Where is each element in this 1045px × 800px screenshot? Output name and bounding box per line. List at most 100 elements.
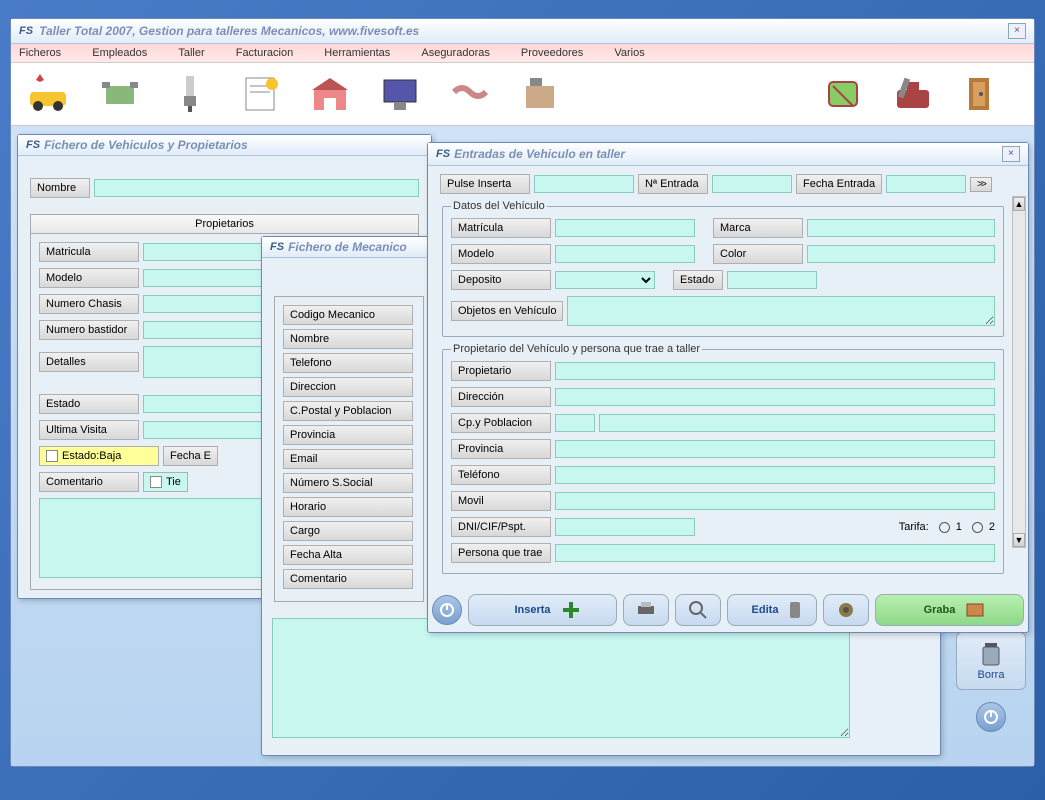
scroll-up-icon[interactable]: ▲: [1013, 197, 1025, 211]
tarifa-label: Tarifa:: [899, 521, 929, 533]
window-entradas: FS Entradas de Vehiculo en taller × Puls…: [427, 142, 1029, 633]
v-color-input[interactable]: [807, 245, 995, 263]
p-cp-label: Cp.y Poblacion: [451, 413, 551, 433]
m-cpostal-label: C.Postal y Poblacion: [283, 401, 413, 421]
window-logo-icon: FS: [270, 241, 284, 253]
toolbar-handshake-icon[interactable]: [441, 69, 499, 119]
inserta-button[interactable]: Inserta: [468, 594, 617, 626]
comentario-label: Comentario: [39, 472, 139, 492]
ultima-visita-label: Ultima Visita: [39, 420, 139, 440]
m-telefono-label: Telefono: [283, 353, 413, 373]
side-power-button[interactable]: [976, 702, 1006, 732]
m-direccion-label: Direccion: [283, 377, 413, 397]
toolbar-sparkplug-icon[interactable]: [161, 69, 219, 119]
toolbar: [11, 63, 1034, 126]
toolbar-engine-icon[interactable]: [91, 69, 149, 119]
tab-propietarios[interactable]: Propietarios: [30, 214, 419, 234]
menu-aseguradoras[interactable]: Aseguradoras: [421, 47, 490, 59]
p-direccion-input[interactable]: [555, 388, 995, 406]
window-vehiculos-title: Fichero de Vehiculos y Propietarios: [44, 138, 423, 152]
toolbar-car-crash-icon[interactable]: [21, 69, 79, 119]
toolbar-door-exit-icon[interactable]: [954, 69, 1012, 119]
close-icon[interactable]: ×: [1008, 23, 1026, 39]
v-modelo-input[interactable]: [555, 245, 695, 263]
p-movil-input[interactable]: [555, 492, 995, 510]
save-icon: [965, 602, 985, 618]
estado-baja-checkbox[interactable]: Estado:Baja: [39, 446, 159, 466]
workarea: FS Fichero de Vehiculos y Propietarios N…: [11, 126, 1034, 766]
nombre-label: Nombre: [30, 178, 90, 198]
p-cp-input[interactable]: [555, 414, 595, 432]
fecha-e-label: Fecha E: [163, 446, 218, 466]
app-logo-icon: FS: [19, 25, 33, 37]
p-telefono-input[interactable]: [555, 466, 995, 484]
v-matricula-input[interactable]: [555, 219, 695, 237]
menu-taller[interactable]: Taller: [178, 47, 204, 59]
tarifa-2-radio[interactable]: [972, 522, 983, 533]
menu-ficheros[interactable]: Ficheros: [19, 47, 61, 59]
p-movil-label: Movil: [451, 491, 551, 511]
p-persona-input[interactable]: [555, 544, 995, 562]
menu-empleados[interactable]: Empleados: [92, 47, 147, 59]
p-poblacion-input[interactable]: [599, 414, 995, 432]
toolbar-monitor-icon[interactable]: [371, 69, 429, 119]
pulse-inserta-label: Pulse Inserta: [440, 174, 530, 194]
m-horario-label: Horario: [283, 497, 413, 517]
p-dni-label: DNI/CIF/Pspt.: [451, 517, 551, 537]
m-comentario-textarea[interactable]: [272, 618, 850, 738]
menu-varios[interactable]: Varios: [614, 47, 644, 59]
m-nombre-label: Nombre: [283, 329, 413, 349]
v-marca-label: Marca: [713, 218, 803, 238]
v-deposito-label: Deposito: [451, 270, 551, 290]
p-propietario-input[interactable]: [555, 362, 995, 380]
v-marca-input[interactable]: [807, 219, 995, 237]
p-dni-input[interactable]: [555, 518, 695, 536]
m-cargo-label: Cargo: [283, 521, 413, 541]
tarifa-1-radio[interactable]: [939, 522, 950, 533]
toolbar-cashregister-icon[interactable]: [511, 69, 569, 119]
v-deposito-select[interactable]: [555, 271, 655, 289]
toolbar-garage-icon[interactable]: [301, 69, 359, 119]
trash-icon: [979, 641, 1003, 669]
side-borra-button[interactable]: Borra: [956, 632, 1026, 690]
power-button[interactable]: [432, 595, 462, 625]
m-provincia-label: Provincia: [283, 425, 413, 445]
graba-button[interactable]: Graba: [875, 594, 1024, 626]
search-button[interactable]: [675, 594, 721, 626]
menu-herramientas[interactable]: Herramientas: [324, 47, 390, 59]
edita-button[interactable]: Edita: [727, 594, 817, 626]
p-provincia-input[interactable]: [555, 440, 995, 458]
plus-icon: [561, 600, 581, 620]
v-estado-input[interactable]: [727, 271, 817, 289]
tie-checkbox[interactable]: Tie: [143, 472, 188, 492]
matricula-label: Matricula: [39, 242, 139, 262]
app-title: Taller Total 2007, Gestion para talleres…: [39, 24, 1008, 38]
nombre-input[interactable]: [94, 179, 419, 197]
toolbar-note-icon[interactable]: [814, 69, 872, 119]
window-entradas-title: Entradas de Vehiculo en taller: [454, 147, 1002, 161]
print-button[interactable]: [623, 594, 669, 626]
settings-button[interactable]: [823, 594, 869, 626]
m-comentario-label: Comentario: [283, 569, 413, 589]
group-datos-vehiculo-legend: Datos del Vehículo: [451, 200, 547, 212]
toolbar-toolbox-icon[interactable]: [884, 69, 942, 119]
entradas-close-icon[interactable]: ×: [1002, 146, 1020, 162]
entradas-actionbar: Inserta Edita Graba: [432, 594, 1024, 626]
n-entrada-input[interactable]: [712, 175, 792, 193]
menu-proveedores[interactable]: Proveedores: [521, 47, 583, 59]
toolbar-invoice-icon[interactable]: [231, 69, 289, 119]
group-propietario: Propietario del Vehículo y persona que t…: [442, 343, 1004, 574]
detalles-label: Detalles: [39, 352, 139, 372]
v-objetos-input[interactable]: [567, 296, 995, 326]
group-datos-vehiculo: Datos del Vehículo Matrícula Marca Model…: [442, 200, 1004, 337]
scroll-down-icon[interactable]: ▼: [1013, 533, 1025, 547]
window-logo-icon: FS: [26, 139, 40, 151]
menu-facturacion[interactable]: Facturacion: [236, 47, 293, 59]
m-nss-label: Número S.Social: [283, 473, 413, 493]
window-logo-icon: FS: [436, 148, 450, 160]
fecha-entrada-input[interactable]: [886, 175, 966, 193]
pulse-inserta-input[interactable]: [534, 175, 634, 193]
entradas-scrollbar[interactable]: ▲ ▼: [1012, 196, 1026, 548]
p-telefono-label: Teléfono: [451, 465, 551, 485]
next-arrows-button[interactable]: >>: [970, 177, 992, 192]
